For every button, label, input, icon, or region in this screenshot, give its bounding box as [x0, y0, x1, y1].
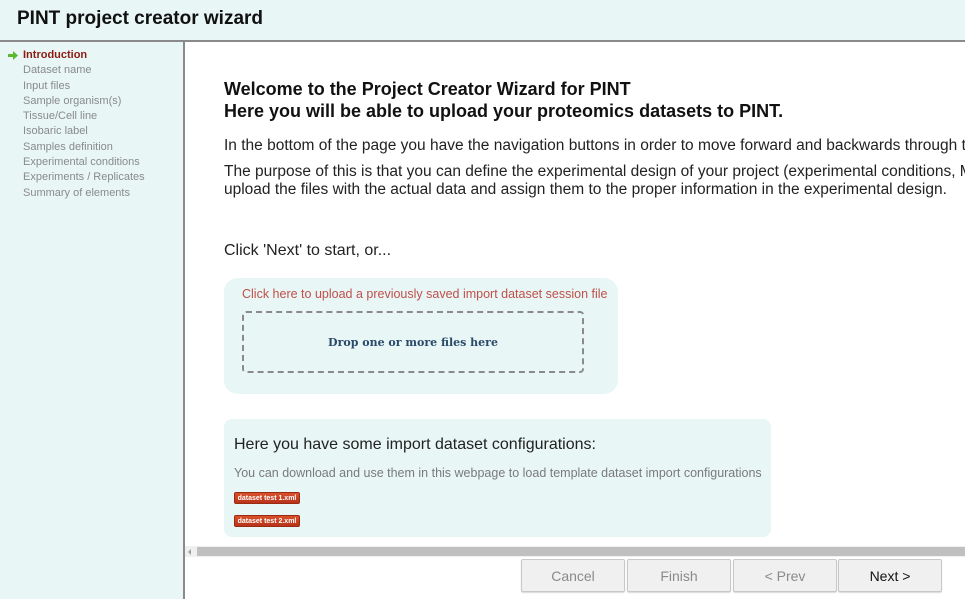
app-title: PINT project creator wizard [17, 8, 264, 29]
sidebar-item-experiments-replicates[interactable]: Experiments / Replicates [0, 170, 183, 185]
configurations-title: Here you have some import dataset config… [234, 436, 596, 453]
arrow-right-icon [8, 51, 18, 60]
sidebar-item-sample-organisms[interactable]: Sample organism(s) [0, 94, 183, 109]
sidebar-item-dataset-name[interactable]: Dataset name [0, 63, 183, 78]
purpose-text-line2: upload the files with the actual data an… [224, 181, 947, 198]
sidebar-item-samples-definition[interactable]: Samples definition [0, 140, 183, 155]
finish-button[interactable]: Finish [627, 559, 731, 592]
start-prompt: Click 'Next' to start, or... [224, 242, 392, 259]
download-config-2-button[interactable]: dataset test 2.xml [234, 515, 300, 527]
cancel-button[interactable]: Cancel [521, 559, 625, 592]
sidebar-item-label: Tissue/Cell line [23, 110, 98, 123]
sidebar-item-input-files[interactable]: Input files [0, 79, 183, 94]
sidebar-item-label: Introduction [23, 49, 88, 61]
dropzone-label: Drop one or more files here [328, 335, 498, 349]
sidebar-item-label: Samples definition [23, 140, 113, 153]
import-configurations-panel: Here you have some import dataset config… [224, 419, 771, 537]
sidebar-item-label: Experiments / Replicates [23, 171, 145, 184]
configurations-description: You can download and use them in this we… [234, 466, 762, 480]
app-header: PINT project creator wizard [0, 0, 965, 42]
file-dropzone[interactable]: Drop one or more files here [242, 311, 584, 373]
session-upload-panel: Click here to upload a previously saved … [224, 278, 618, 394]
next-button[interactable]: Next > [838, 559, 942, 592]
sidebar-item-isobaric-label[interactable]: Isobaric label [0, 124, 183, 139]
sidebar-item-label: Dataset name [23, 64, 92, 77]
navigation-info-text: In the bottom of the page you have the n… [224, 137, 965, 154]
sidebar-item-label: Experimental conditions [23, 156, 140, 169]
welcome-heading-line2: Here you will be able to upload your pro… [224, 101, 784, 121]
scrollbar-thumb[interactable] [197, 547, 965, 556]
download-config-1-button[interactable]: dataset test 1.xml [234, 492, 300, 504]
sidebar-item-summary-of-elements[interactable]: Summary of elements [0, 186, 183, 201]
upload-session-link[interactable]: Click here to upload a previously saved … [242, 287, 607, 301]
horizontal-scrollbar[interactable] [185, 546, 965, 557]
purpose-text-line1: The purpose of this is that you can defi… [224, 163, 965, 180]
purpose-text: The purpose of this is that you can defi… [224, 163, 965, 199]
welcome-heading: Welcome to the Project Creator Wizard fo… [224, 78, 783, 122]
sidebar-item-label: Isobaric label [23, 125, 88, 138]
sidebar-item-label: Summary of elements [23, 186, 130, 199]
main-content: Welcome to the Project Creator Wizard fo… [185, 42, 965, 546]
sidebar-item-tissue-cell-line[interactable]: Tissue/Cell line [0, 109, 183, 124]
sidebar-item-label: Input files [23, 79, 71, 92]
sidebar-item-introduction[interactable]: Introduction [0, 48, 183, 63]
scroll-left-icon[interactable] [188, 549, 191, 555]
sidebar-item-experimental-conditions[interactable]: Experimental conditions [0, 155, 183, 170]
prev-button[interactable]: < Prev [733, 559, 837, 592]
sidebar-item-label: Sample organism(s) [23, 94, 122, 107]
welcome-heading-line1: Welcome to the Project Creator Wizard fo… [224, 79, 631, 99]
wizard-steps-sidebar: Introduction Dataset name Input files Sa… [0, 42, 185, 599]
